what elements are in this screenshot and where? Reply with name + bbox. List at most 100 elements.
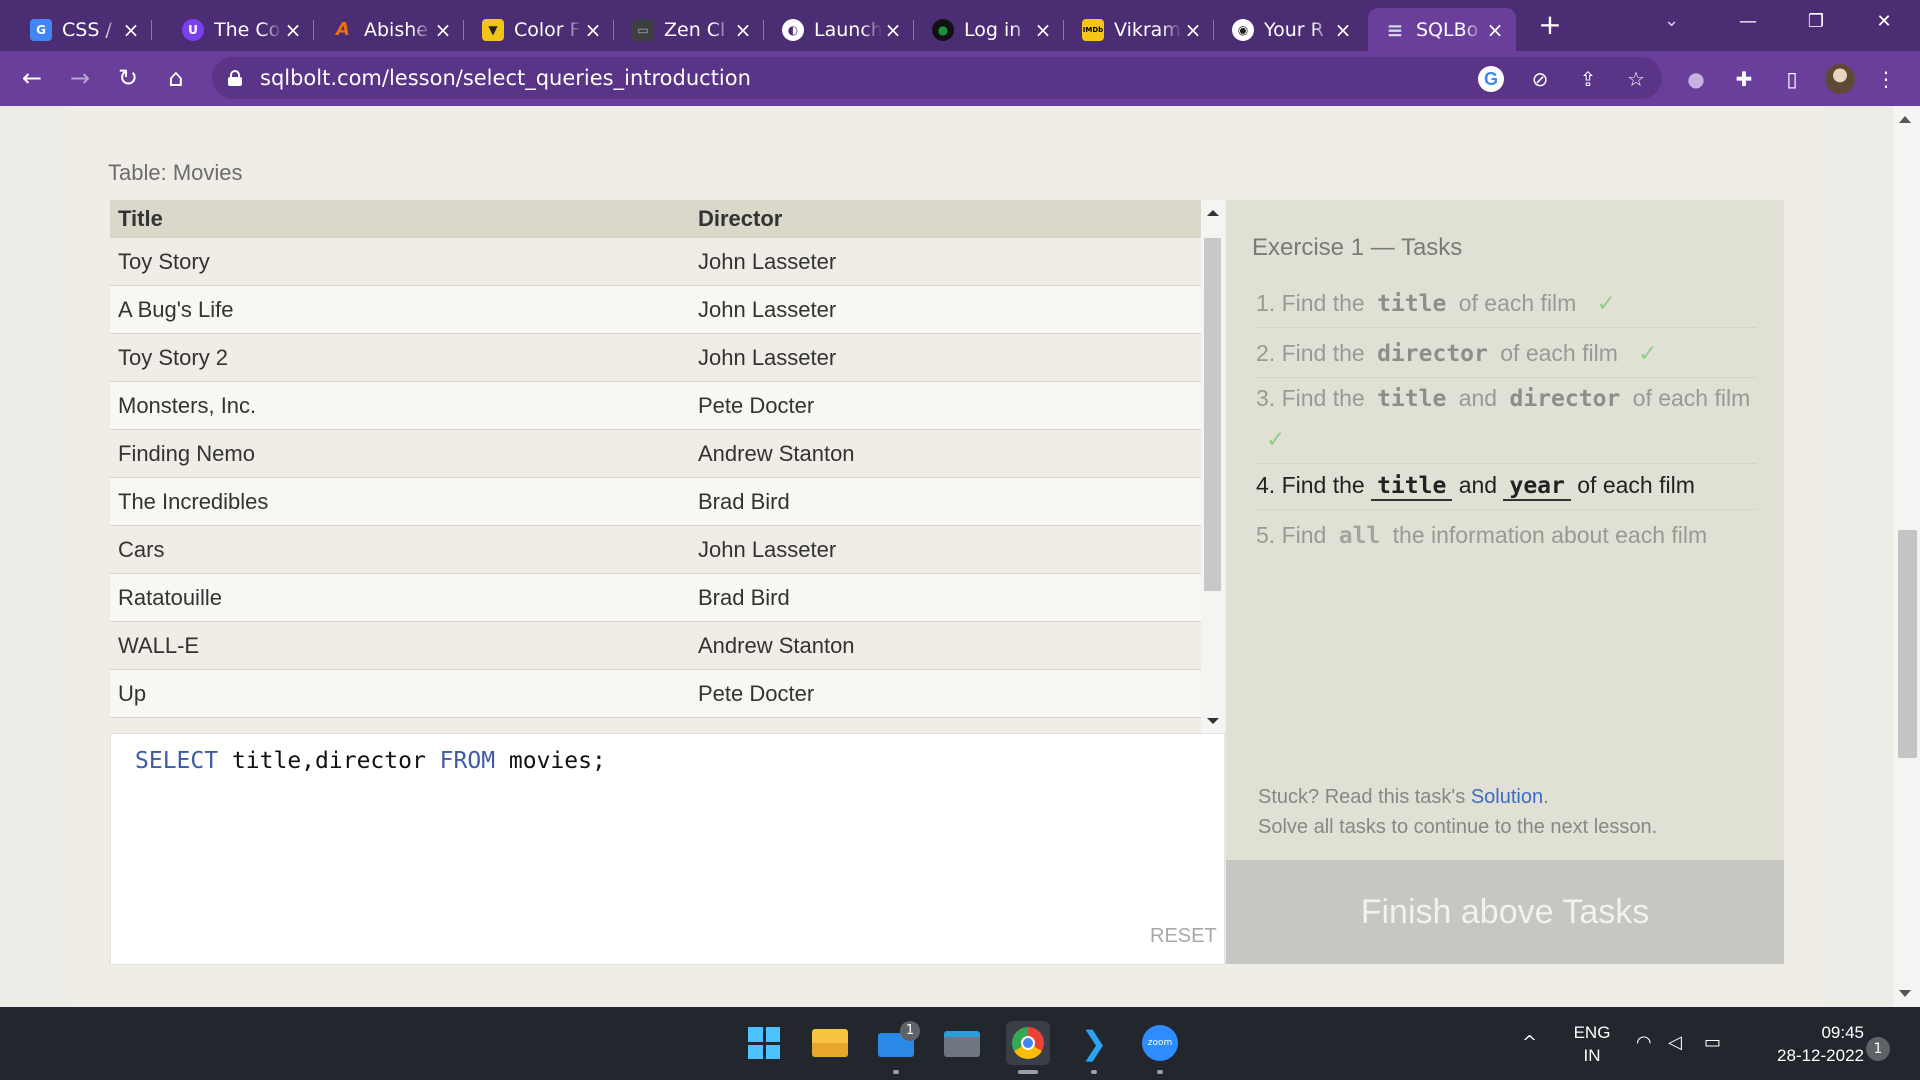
vscode-icon[interactable]: ❯ [1072, 1021, 1116, 1065]
checkmark-icon: ✓ [1596, 290, 1616, 316]
cell-title: Toy Story 2 [118, 344, 229, 370]
scroll-up-icon[interactable] [1207, 210, 1219, 216]
volume-icon[interactable]: ◁ [1668, 1032, 1682, 1053]
tab-close-icon[interactable]: × [1332, 18, 1354, 42]
scroll-down-icon[interactable] [1207, 718, 1219, 724]
table-row: The Incredibles Brad Bird [110, 478, 1201, 526]
menu-kebab-icon[interactable]: ⋮ [1870, 63, 1902, 95]
tab-4[interactable]: ▼ Color F × [466, 8, 614, 51]
sql-query-text[interactable]: SELECT title,director FROM movies; [135, 748, 606, 774]
scrollbar-thumb[interactable] [1898, 530, 1917, 758]
column-header-title: Title [118, 205, 163, 231]
running-indicator [893, 1070, 899, 1074]
restore-icon[interactable]: ❐ [1796, 6, 1836, 38]
language-indicator[interactable]: ENG IN [1568, 1021, 1616, 1067]
tab-close-icon[interactable]: × [882, 18, 904, 42]
tab-8[interactable]: IMDb Vikram × [1066, 8, 1214, 51]
windows-start-icon[interactable] [742, 1021, 786, 1065]
cell-director: John Lasseter [698, 344, 837, 370]
address-bar[interactable]: sqlbolt.com/lesson/select_queries_introd… [212, 57, 1662, 99]
keyboard-app-icon[interactable] [940, 1021, 984, 1065]
mail-badge: 1 [900, 1021, 920, 1041]
task-code: title [1377, 386, 1447, 412]
share-icon[interactable]: ⇪ [1572, 63, 1604, 95]
mail-icon[interactable]: 1 [874, 1021, 920, 1065]
back-arrow-icon[interactable]: ← [16, 63, 48, 95]
table-caption: Table: Movies [108, 160, 243, 185]
continue-text: Solve all tasks to continue to the next … [1258, 816, 1658, 838]
tab-close-icon[interactable]: × [1032, 18, 1054, 42]
file-explorer-icon[interactable] [808, 1021, 852, 1065]
forward-arrow-icon[interactable]: → [64, 63, 96, 95]
cell-title: Finding Nemo [118, 440, 255, 466]
tab-7[interactable]: ● Log in × [916, 8, 1064, 51]
table-scrollbar[interactable] [1201, 200, 1225, 733]
task-number: 1. [1256, 290, 1276, 316]
close-window-icon[interactable]: ✕ [1864, 6, 1904, 38]
battery-icon[interactable]: ▭ [1704, 1032, 1721, 1053]
tab-favicon-icon: ▭ [632, 18, 654, 41]
cell-director: Brad Bird [698, 584, 790, 610]
tab-5[interactable]: ▭ Zen Cl × [616, 8, 764, 51]
tab-2[interactable]: U The Co × [166, 8, 314, 51]
scroll-up-icon[interactable] [1899, 116, 1911, 123]
tab-search-chevron-icon[interactable]: ⌄ [1664, 10, 1679, 31]
chevron-up-icon[interactable]: ^ [1522, 1032, 1537, 1053]
cell-title: The Incredibles [118, 488, 269, 514]
google-lens-icon[interactable]: G [1478, 66, 1504, 92]
profile-avatar[interactable] [1825, 64, 1855, 94]
chrome-icon[interactable] [1006, 1021, 1050, 1065]
task-code: title [1371, 473, 1453, 501]
leaf-icon: ● [932, 18, 954, 41]
task-text: of each film [1632, 385, 1751, 411]
reload-icon[interactable]: ↻ [112, 63, 144, 95]
scrollbar-thumb[interactable] [1204, 238, 1221, 591]
tab-close-icon[interactable]: × [582, 18, 604, 42]
finish-tasks-button[interactable]: Finish above Tasks [1226, 860, 1784, 964]
minimize-icon[interactable]: — [1728, 6, 1768, 38]
scroll-down-icon[interactable] [1899, 990, 1911, 997]
table-row: Toy Story 2 John Lasseter [110, 334, 1201, 382]
tasks-panel: Exercise 1 — Tasks 1. Find the title of … [1226, 200, 1784, 860]
task-code: all [1338, 523, 1381, 549]
tab-close-icon[interactable]: × [282, 18, 304, 42]
url-text[interactable]: sqlbolt.com/lesson/select_queries_introd… [260, 66, 751, 90]
tab-close-icon[interactable]: × [1182, 18, 1204, 42]
extensions-puzzle-icon[interactable]: ✚ [1728, 63, 1760, 95]
tab-close-icon[interactable]: × [732, 18, 754, 42]
tab-6[interactable]: ◐ Launch × [766, 8, 914, 51]
clock[interactable]: 09:45 28-12-2022 [1740, 1021, 1864, 1067]
side-panel-icon[interactable]: ▯ [1776, 63, 1808, 95]
reset-button[interactable]: RESET [1150, 925, 1217, 948]
page-scrollbar[interactable] [1893, 106, 1920, 1007]
extension-drop-icon[interactable]: ● [1680, 63, 1712, 95]
bookmark-star-icon[interactable]: ☆ [1620, 63, 1652, 95]
notification-badge[interactable]: 1 [1866, 1037, 1890, 1061]
tab-close-icon[interactable]: × [120, 18, 142, 42]
tab-3[interactable]: A Abishe × [316, 8, 464, 51]
cell-title: WALL-E [118, 632, 200, 658]
task-code: director [1509, 386, 1621, 412]
tab-9[interactable]: ◉ Your R × [1216, 8, 1364, 51]
tab-label: Launch [814, 18, 882, 41]
eye-off-icon[interactable]: ⊘ [1524, 63, 1556, 95]
cell-director: Brad Bird [698, 488, 790, 514]
running-indicator [1091, 1070, 1097, 1074]
language-code: ENG [1573, 1023, 1611, 1042]
solution-link[interactable]: Solution [1471, 786, 1543, 808]
tab-1[interactable]: G CSS / C × [14, 8, 152, 51]
tab-10-active[interactable]: ≡ SQLBo × [1368, 8, 1516, 51]
zoom-icon[interactable]: zoom [1138, 1021, 1182, 1065]
wifi-icon[interactable]: ◠ [1636, 1032, 1652, 1053]
table-row: Finding Nemo Andrew Stanton [110, 430, 1201, 478]
tab-close-icon[interactable]: × [1484, 18, 1506, 42]
table-row: Monsters, Inc. Pete Docter [110, 382, 1201, 430]
lock-icon[interactable] [228, 70, 242, 86]
sql-editor[interactable]: SELECT title,director FROM movies; [110, 733, 1225, 965]
new-tab-button[interactable]: + [1534, 10, 1566, 42]
home-icon[interactable]: ⌂ [160, 63, 192, 95]
region-code: IN [1583, 1046, 1601, 1065]
tab-close-icon[interactable]: × [432, 18, 454, 42]
tab-favicon-icon: A [336, 19, 350, 40]
tab-strip: G CSS / C × U The Co × A Abishe × ▼ Colo… [0, 0, 1920, 51]
